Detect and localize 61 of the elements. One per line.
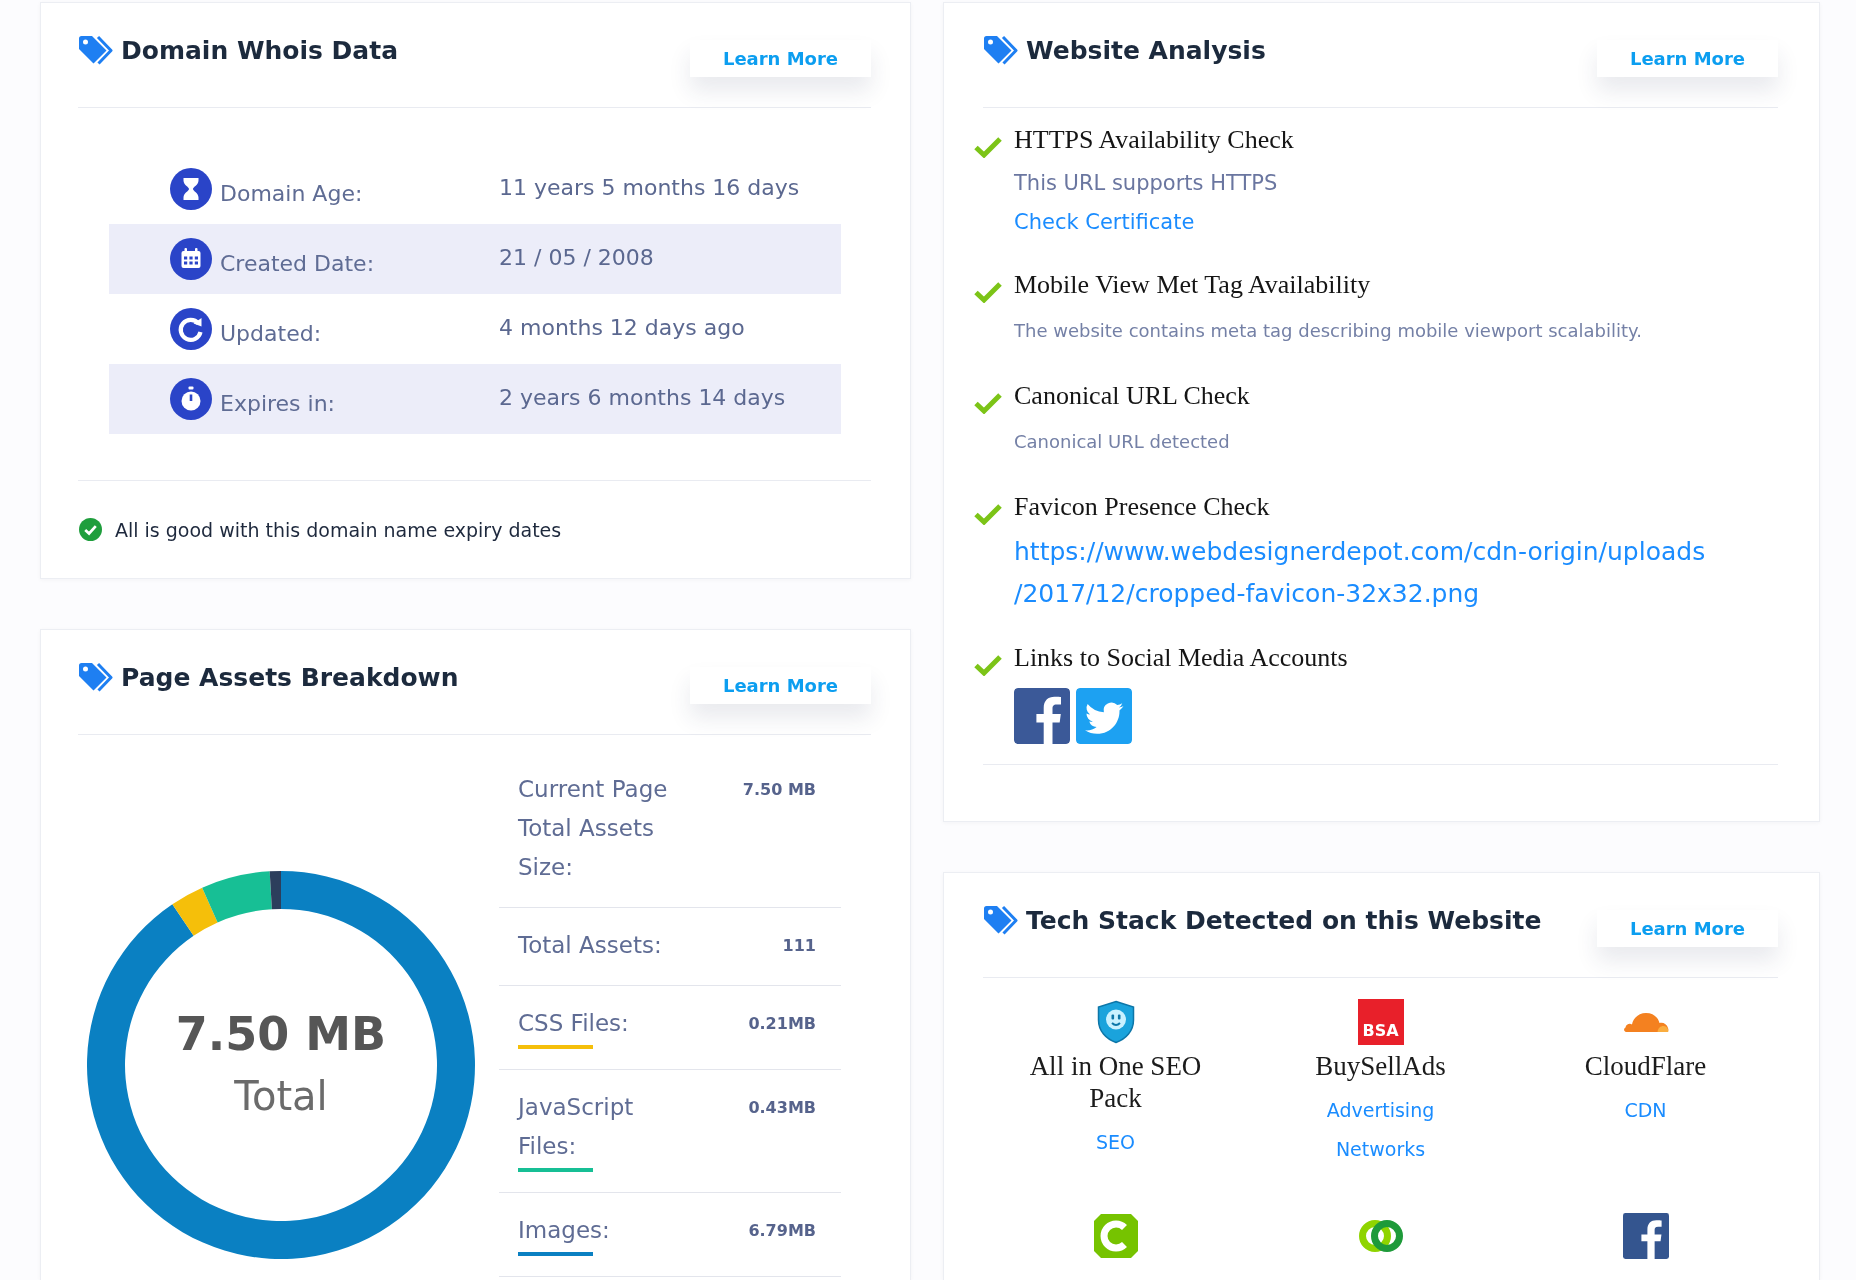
calendar-icon [170,238,212,280]
category-link[interactable]: Advertising Networks [1305,1091,1456,1169]
asset-label: Images: [518,1216,611,1245]
category-link[interactable]: SEO [1096,1123,1135,1162]
status-message: All is good with this domain name expiry dates [115,518,562,541]
asset-label: CSS Files: [518,1009,630,1038]
card-title: Website Analysis [1026,35,1266,65]
learn-more-button[interactable]: Learn More [1597,40,1778,77]
asset-value: 6.79MB [748,1220,816,1242]
learn-more-button[interactable]: Learn More [690,667,871,704]
shield-icon [1096,1000,1135,1044]
tags-icon [78,662,113,692]
field-label: Domain Age: [220,179,364,206]
c-tile-icon [1092,1213,1139,1259]
hourglass-icon [170,168,212,210]
check-title: Mobile View Met Tag Availability [1014,269,1371,301]
asset-value: 0.43MB [748,1097,816,1119]
donut-total-label: Total [234,1073,328,1119]
asset-label: Total Assets: [518,931,663,960]
asset-value: 0.21MB [748,1013,816,1035]
facebook-icon [1622,1213,1669,1259]
learn-more-button[interactable]: Learn More [1597,910,1778,947]
asset-value: 7.50 MB [742,779,816,801]
check-title: Links to Social Media Accounts [1014,642,1348,674]
check-description: Canonical URL detected [1014,430,1230,454]
check-result: This URL supports HTTPS [1014,170,1278,197]
field-value: 4 months 12 days ago [499,314,745,342]
asset-label: Current Page Total Assets Size: [518,775,669,882]
check-title: Favicon Presence Check [1014,491,1270,523]
field-label: Created Date: [220,249,376,276]
card-title: Page Assets Breakdown [121,662,459,692]
field-label: Updated: [220,319,323,346]
tags-icon [983,905,1018,935]
tech-name: BuySellAds [1315,1050,1446,1082]
check-title: Canonical URL Check [1014,380,1250,412]
field-value: 2 years 6 months 14 days [499,384,786,412]
field-value: 11 years 5 months 16 days [499,174,800,202]
stopwatch-icon [170,378,212,420]
brand-logo: BSA [1357,999,1404,1045]
cloud-icon [1621,1011,1670,1033]
tech-name: All in One SEO Pack [1028,1050,1203,1114]
favicon-url-link[interactable]: https://www.webdesignerdepot.com/cdn-origin/uploads/2017/12/cropped-favicon-32x32.png [1014,531,1708,615]
certificate-link[interactable]: Check Certificate [1014,203,1195,242]
field-value: 21 / 05 / 2008 [499,244,654,272]
donut-total-value: 7.50 MB [175,1007,387,1061]
twitter-icon[interactable] [1076,688,1132,744]
category-link[interactable]: CDN [1624,1091,1667,1130]
check-description: The website contains meta tag describing mobile viewport scalability. [1014,319,1642,343]
asset-value: 111 [782,935,816,957]
tags-icon [983,35,1018,65]
refresh-icon [170,308,212,350]
field-label: Expires in: [220,389,337,416]
card-title: Domain Whois Data [121,35,399,65]
asset-label: JavaScript Files: [518,1093,635,1161]
facebook-icon[interactable] [1014,688,1070,744]
learn-more-button[interactable]: Learn More [690,40,871,77]
tech-name: CloudFlare [1584,1050,1707,1082]
tags-icon [78,35,113,65]
rings-icon [1357,1217,1404,1255]
check-title: HTTPS Availability Check [1014,124,1294,156]
card-title: Tech Stack Detected on this Website [1026,905,1542,935]
